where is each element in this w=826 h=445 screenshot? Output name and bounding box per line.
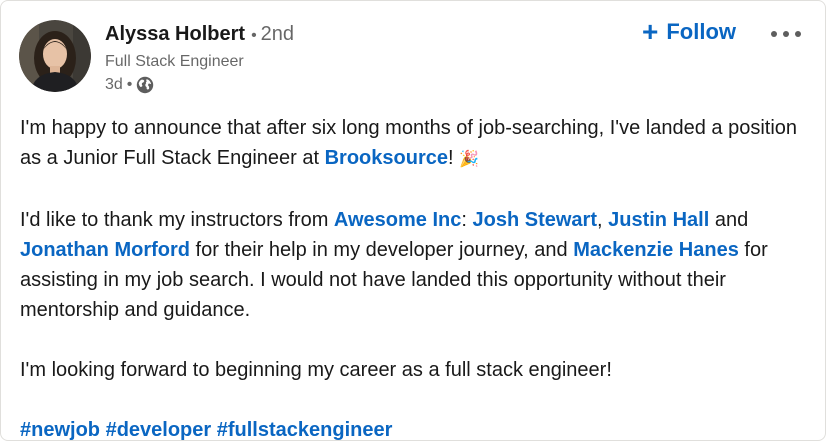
post-meta: 3d • bbox=[105, 76, 154, 94]
plus-icon: + bbox=[642, 16, 659, 47]
text-run: I'd like to thank my instructors from bbox=[20, 209, 334, 231]
mention-instructor-1[interactable]: Josh Stewart bbox=[473, 209, 597, 231]
text-run: for their help in my developer journey, … bbox=[190, 239, 574, 261]
post-paragraph-3: I'm looking forward to beginning my care… bbox=[20, 359, 612, 381]
mention-org[interactable]: Awesome Inc bbox=[334, 209, 461, 231]
connection-degree: 2nd bbox=[260, 23, 295, 45]
text-run: and bbox=[709, 209, 749, 231]
author-headline: Full Stack Engineer bbox=[105, 53, 244, 70]
follow-label: Follow bbox=[666, 19, 737, 44]
avatar-photo bbox=[19, 20, 91, 92]
text-run: : bbox=[461, 209, 473, 231]
post-body: I'm happy to announce that after six lon… bbox=[20, 113, 810, 445]
hashtag-link[interactable]: #newjob bbox=[20, 419, 100, 441]
globe-icon bbox=[136, 76, 154, 94]
text-run: ! bbox=[447, 147, 460, 169]
author-name-row: Alyssa Holbert • 2nd bbox=[105, 23, 294, 46]
text-run: , bbox=[597, 209, 609, 231]
more-options-button[interactable] bbox=[769, 23, 809, 45]
hashtag-link[interactable]: #fullstackengineer bbox=[217, 419, 393, 441]
mention-company[interactable]: Brooksource bbox=[325, 147, 448, 169]
author-name[interactable]: Alyssa Holbert bbox=[105, 23, 245, 46]
post-paragraph-1: I'm happy to announce that after six lon… bbox=[20, 113, 810, 175]
mention-instructor-2[interactable]: Justin Hall bbox=[608, 209, 709, 231]
name-separator: • bbox=[251, 27, 257, 44]
more-horizontal-icon bbox=[771, 31, 801, 37]
post-timestamp: 3d bbox=[105, 76, 123, 93]
hashtag-link[interactable]: #developer bbox=[106, 419, 212, 441]
meta-separator: • bbox=[126, 76, 133, 93]
mention-helper[interactable]: Mackenzie Hanes bbox=[573, 239, 739, 261]
follow-button[interactable]: + Follow bbox=[642, 18, 736, 46]
post-paragraph-2: I'd like to thank my instructors from Aw… bbox=[20, 205, 810, 325]
party-popper-emoji: 🎉 bbox=[459, 151, 480, 168]
mention-instructor-3[interactable]: Jonathan Morford bbox=[20, 239, 190, 261]
post-card: Alyssa Holbert • 2nd Full Stack Engineer… bbox=[0, 0, 826, 441]
author-avatar[interactable] bbox=[19, 20, 91, 92]
